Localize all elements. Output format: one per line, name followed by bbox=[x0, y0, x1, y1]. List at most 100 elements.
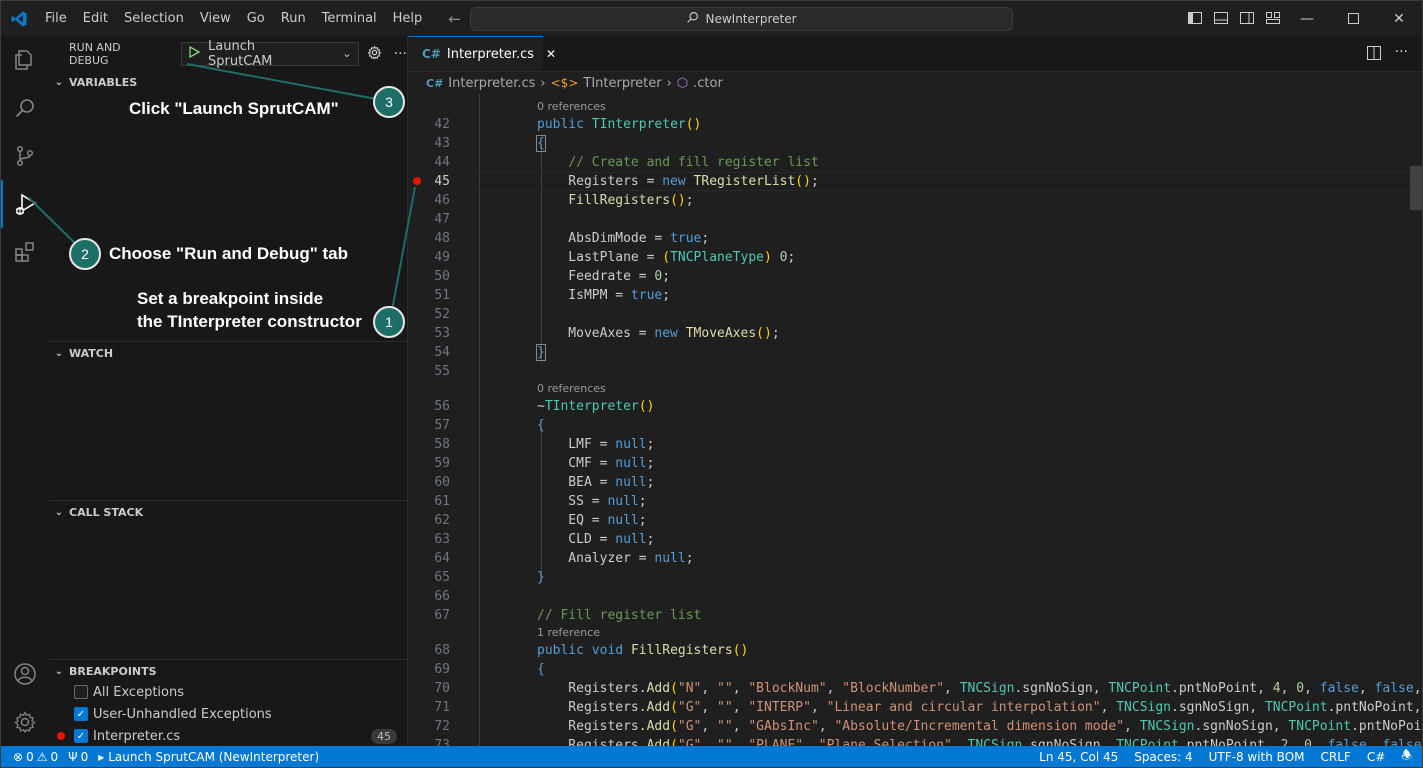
accounts-icon[interactable] bbox=[1, 650, 49, 698]
codelens-references[interactable]: 1 reference bbox=[537, 626, 600, 639]
menu-help[interactable]: Help bbox=[385, 1, 431, 36]
minimize-icon[interactable]: — bbox=[1284, 1, 1330, 36]
split-editor-icon[interactable] bbox=[1366, 46, 1381, 64]
code-line: CLD = null; bbox=[537, 532, 655, 547]
close-window-icon[interactable]: ✕ bbox=[1376, 1, 1422, 36]
menu-selection[interactable]: Selection bbox=[116, 1, 192, 36]
line-number: 67 bbox=[434, 608, 450, 623]
vertical-scrollbar[interactable] bbox=[1408, 94, 1422, 746]
checkbox-checked[interactable]: ✓ bbox=[74, 707, 88, 721]
section-call-stack-title: CALL STACK bbox=[69, 505, 144, 519]
menu-edit[interactable]: Edit bbox=[75, 1, 116, 36]
line-number: 44 bbox=[434, 155, 450, 170]
code-line: LastPlane = (TNCPlaneType) 0; bbox=[537, 250, 796, 265]
more-actions-icon[interactable]: ··· bbox=[394, 46, 407, 62]
checkbox-unchecked[interactable] bbox=[74, 685, 88, 699]
open-launch-json-gear-icon[interactable] bbox=[367, 44, 382, 63]
close-icon[interactable]: ✕ bbox=[546, 47, 556, 61]
error-count: 0 bbox=[26, 749, 34, 764]
method-icon: ⬡ bbox=[676, 75, 689, 91]
menu-view[interactable]: View bbox=[192, 1, 239, 36]
status-bar: ⊗ 0 ⚠ 0 Ψ 0 ▸ Launch SprutCAM (NewInterp… bbox=[1, 746, 1422, 767]
menu-run[interactable]: Run bbox=[273, 1, 314, 36]
menu-go[interactable]: Go bbox=[239, 1, 273, 36]
code-line: IsMPM = true; bbox=[537, 288, 671, 303]
search-icon bbox=[686, 11, 699, 27]
code-line: AbsDimMode = true; bbox=[537, 231, 710, 246]
toggle-primary-sidebar-icon[interactable] bbox=[1187, 10, 1203, 26]
encoding[interactable]: UTF-8 with BOM bbox=[1209, 750, 1305, 764]
breadcrumb-class[interactable]: TInterpreter bbox=[583, 76, 661, 91]
search-view-icon[interactable] bbox=[1, 84, 49, 132]
indentation[interactable]: Spaces: 4 bbox=[1134, 750, 1192, 764]
section-breakpoints[interactable]: ⌄ BREAKPOINTS bbox=[49, 659, 407, 682]
launch-config-name: Launch SprutCAM bbox=[208, 38, 273, 69]
scrollbar-thumb[interactable] bbox=[1410, 166, 1422, 210]
menu-file[interactable]: File bbox=[37, 1, 75, 36]
ports-count: 0 bbox=[80, 749, 89, 764]
line-number: 68 bbox=[434, 643, 450, 658]
breakpoint-label: All Exceptions bbox=[93, 684, 184, 700]
code-editor[interactable]: 0 references 42 public TInterpreter() 43 {… bbox=[408, 94, 1422, 746]
maximize-icon[interactable] bbox=[1330, 1, 1376, 36]
section-watch[interactable]: ⌄ WATCH bbox=[49, 341, 407, 364]
chevron-down-icon: ⌄ bbox=[54, 347, 64, 359]
code-line: SS = null; bbox=[537, 494, 647, 509]
explorer-icon[interactable] bbox=[1, 36, 49, 84]
language-mode[interactable]: C# bbox=[1367, 750, 1385, 764]
back-arrow-icon[interactable]: ← bbox=[448, 10, 461, 28]
manage-gear-icon[interactable] bbox=[1, 698, 49, 746]
breadcrumb-file[interactable]: Interpreter.cs bbox=[448, 76, 535, 91]
line-number: 58 bbox=[434, 437, 450, 452]
section-variables[interactable]: ⌄ VARIABLES bbox=[49, 71, 407, 93]
annotation-step3-badge: 3 bbox=[373, 86, 405, 118]
breakpoint-dot-icon bbox=[57, 732, 65, 740]
breakpoint-item[interactable]: All Exceptions bbox=[49, 681, 407, 703]
line-number: 52 bbox=[434, 307, 450, 322]
customize-layout-icon[interactable] bbox=[1265, 10, 1281, 26]
breakpoint-item[interactable]: ✓ Interpreter.cs 45 bbox=[49, 725, 407, 747]
title-bar: File Edit Selection View Go Run Terminal… bbox=[1, 1, 1422, 36]
line-number: 69 bbox=[434, 662, 450, 677]
tab-interpreter-cs[interactable]: C# Interpreter.cs ✕ bbox=[408, 36, 556, 71]
chevron-down-icon: ⌄ bbox=[54, 506, 64, 518]
checkbox-checked[interactable]: ✓ bbox=[74, 729, 88, 743]
codelens-references[interactable]: 0 references bbox=[537, 382, 606, 395]
toggle-secondary-sidebar-icon[interactable] bbox=[1239, 10, 1255, 26]
vscode-window: File Edit Selection View Go Run Terminal… bbox=[0, 0, 1423, 768]
line-number: 51 bbox=[434, 288, 450, 303]
line-number: 60 bbox=[434, 475, 450, 490]
vscode-logo-icon bbox=[1, 1, 37, 36]
chevron-down-icon[interactable]: ⌄ bbox=[342, 47, 351, 60]
class-icon: <$> bbox=[550, 76, 579, 90]
ports-indicator[interactable]: Ψ 0 bbox=[68, 750, 88, 764]
run-and-debug-icon[interactable] bbox=[1, 180, 49, 228]
start-debugging-play-icon[interactable] bbox=[188, 45, 201, 62]
cursor-position[interactable]: Ln 45, Col 45 bbox=[1039, 750, 1118, 764]
annotation-step2-text: Choose "Run and Debug" tab bbox=[109, 244, 349, 263]
more-actions-icon[interactable]: ··· bbox=[1395, 45, 1408, 64]
debug-icon: ▸ bbox=[98, 749, 105, 764]
notifications-bell-icon[interactable]: 🕭 bbox=[1401, 746, 1412, 767]
end-of-line[interactable]: CRLF bbox=[1321, 750, 1351, 764]
codelens-references[interactable]: 0 references bbox=[537, 100, 606, 113]
breadcrumb-method[interactable]: .ctor bbox=[693, 76, 723, 91]
menu-terminal[interactable]: Terminal bbox=[314, 1, 385, 36]
code-line: FillRegisters(); bbox=[568, 193, 694, 208]
toggle-panel-icon[interactable] bbox=[1213, 10, 1229, 26]
breakpoint-line-badge: 45 bbox=[371, 728, 397, 744]
error-icon: ⊗ bbox=[13, 749, 24, 764]
launch-config-dropdown[interactable]: Launch SprutCAM ⌄ bbox=[181, 38, 359, 69]
command-center-search[interactable]: NewInterpreter bbox=[470, 7, 1013, 31]
breakpoint-item[interactable]: ✓ User-Unhandled Exceptions bbox=[49, 703, 407, 725]
line-number: 62 bbox=[434, 513, 450, 528]
extensions-icon[interactable] bbox=[1, 228, 49, 276]
code-line: { bbox=[537, 662, 545, 677]
section-call-stack[interactable]: ⌄ CALL STACK bbox=[49, 500, 407, 523]
source-control-icon[interactable] bbox=[1, 132, 49, 180]
debug-launch-indicator[interactable]: ▸ Launch SprutCAM (NewInterpreter) bbox=[98, 750, 319, 764]
problems-indicator[interactable]: ⊗ 0 ⚠ 0 bbox=[13, 750, 58, 764]
code-line: // Fill register list bbox=[537, 608, 702, 623]
line-number: 49 bbox=[434, 250, 450, 265]
line-number: 50 bbox=[434, 269, 450, 284]
